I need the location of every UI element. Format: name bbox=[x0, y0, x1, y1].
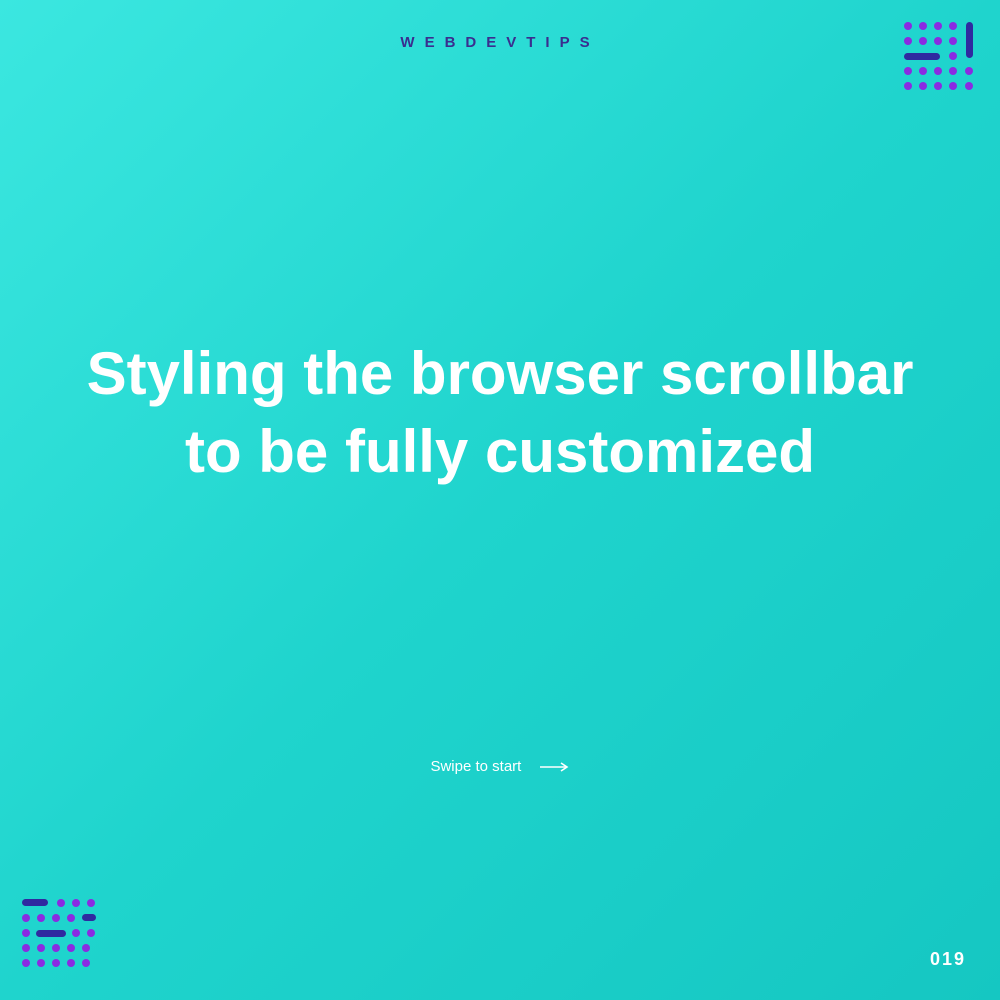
page-number: 019 bbox=[930, 949, 966, 970]
arrow-right-icon bbox=[540, 759, 570, 776]
swipe-cta[interactable]: Swipe to start bbox=[0, 758, 1000, 776]
slide-title: Styling the browser scrollbar to be full… bbox=[0, 335, 1000, 491]
brand-label: WEBDEVTIPS bbox=[0, 34, 1000, 51]
logo-mark-top-right bbox=[900, 18, 982, 105]
logo-mark-bottom-left bbox=[18, 895, 100, 982]
swipe-cta-label: Swipe to start bbox=[430, 758, 521, 775]
slide-card: WEBDEVTIPS bbox=[0, 0, 1000, 1000]
